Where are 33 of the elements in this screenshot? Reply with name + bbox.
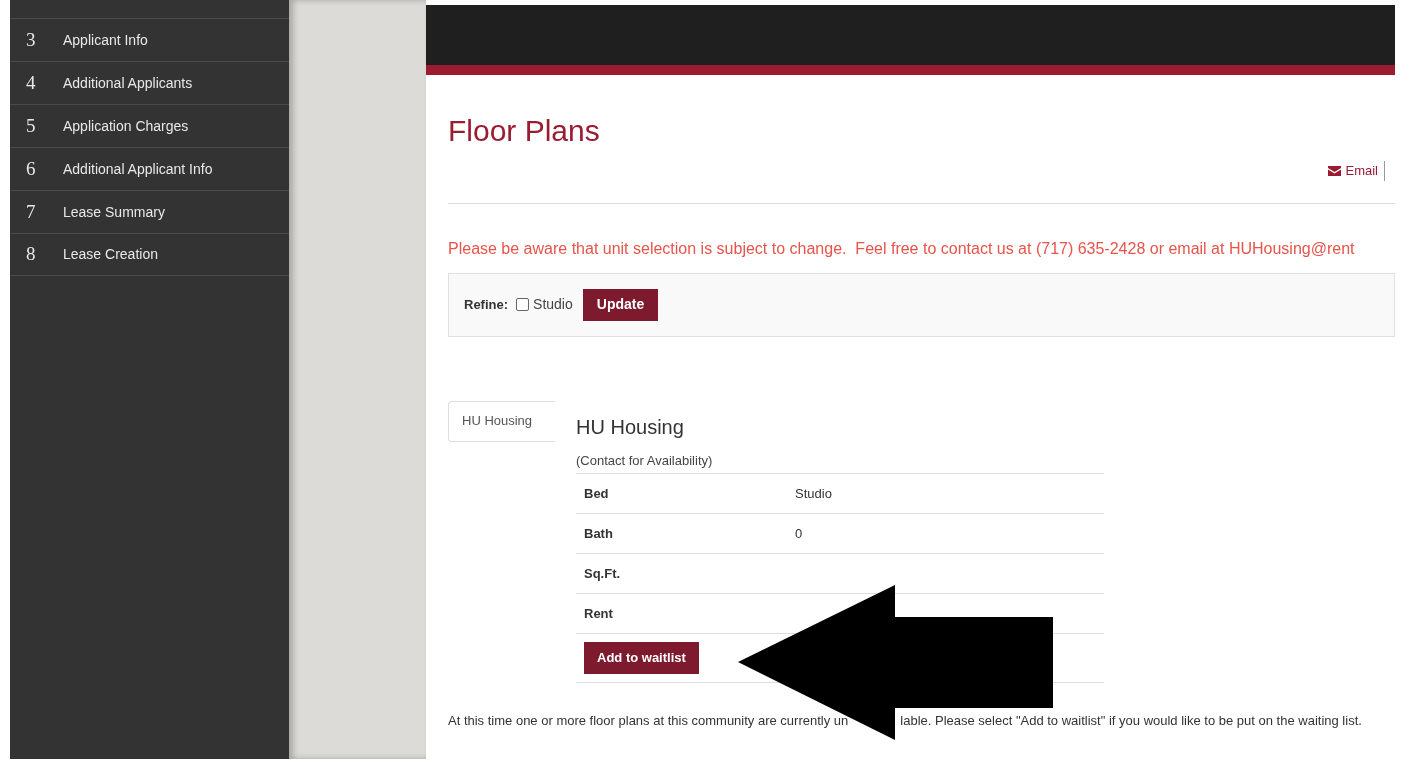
- step-number: 3: [25, 27, 37, 52]
- envelope-icon: [1328, 165, 1342, 176]
- step-number: 5: [25, 113, 37, 138]
- row-label: Bed: [584, 484, 610, 503]
- footer-note: lable. Please select "Add to waitlist" if you would like to be put on the waiting list.: [900, 712, 1362, 730]
- sidebar-item[interactable]: 8 Lease Creation: [10, 233, 289, 276]
- step-number: 7: [25, 199, 37, 224]
- step-label: Additional Applicants: [63, 73, 193, 93]
- email-link[interactable]: Email: [1328, 161, 1385, 181]
- row-value: 0: [795, 524, 803, 543]
- page-title: Floor Plans: [448, 113, 600, 149]
- step-label: Lease Summary: [63, 202, 165, 222]
- update-button[interactable]: Update: [582, 288, 659, 321]
- footer-note: At this time one or more floor plans at this community are currently un: [448, 712, 849, 730]
- step-number: 6: [25, 156, 37, 181]
- availability-note: (Contact for Availability): [576, 451, 714, 470]
- studio-checkbox[interactable]: [516, 298, 530, 311]
- step-number: 4: [25, 70, 37, 95]
- step-label: Application Charges: [63, 116, 189, 136]
- step-number: 8: [25, 242, 37, 267]
- step-label: Additional Applicant Info: [63, 159, 213, 179]
- row-label: Rent: [584, 604, 614, 623]
- floor-plan-name: HU Housing: [576, 414, 685, 439]
- floor-plan-tab[interactable]: HU Housing: [448, 400, 555, 442]
- step-label: Lease Creation: [63, 245, 158, 264]
- row-label: Sq.Ft.: [584, 564, 622, 583]
- checkbox-label: Studio: [533, 295, 573, 314]
- row-label: Bath: [584, 524, 614, 543]
- notice-text: Please be aware that unit selection is subject to change. Feel free to contact us at (717) 635-2428 or email at HUHousing@rent: [448, 238, 1355, 259]
- step-label: Applicant Info: [63, 30, 148, 50]
- waitlist-button[interactable]: Add to waitlist: [584, 642, 699, 674]
- row-value: Studio: [795, 484, 832, 503]
- refine-label: Refine:: [464, 295, 509, 314]
